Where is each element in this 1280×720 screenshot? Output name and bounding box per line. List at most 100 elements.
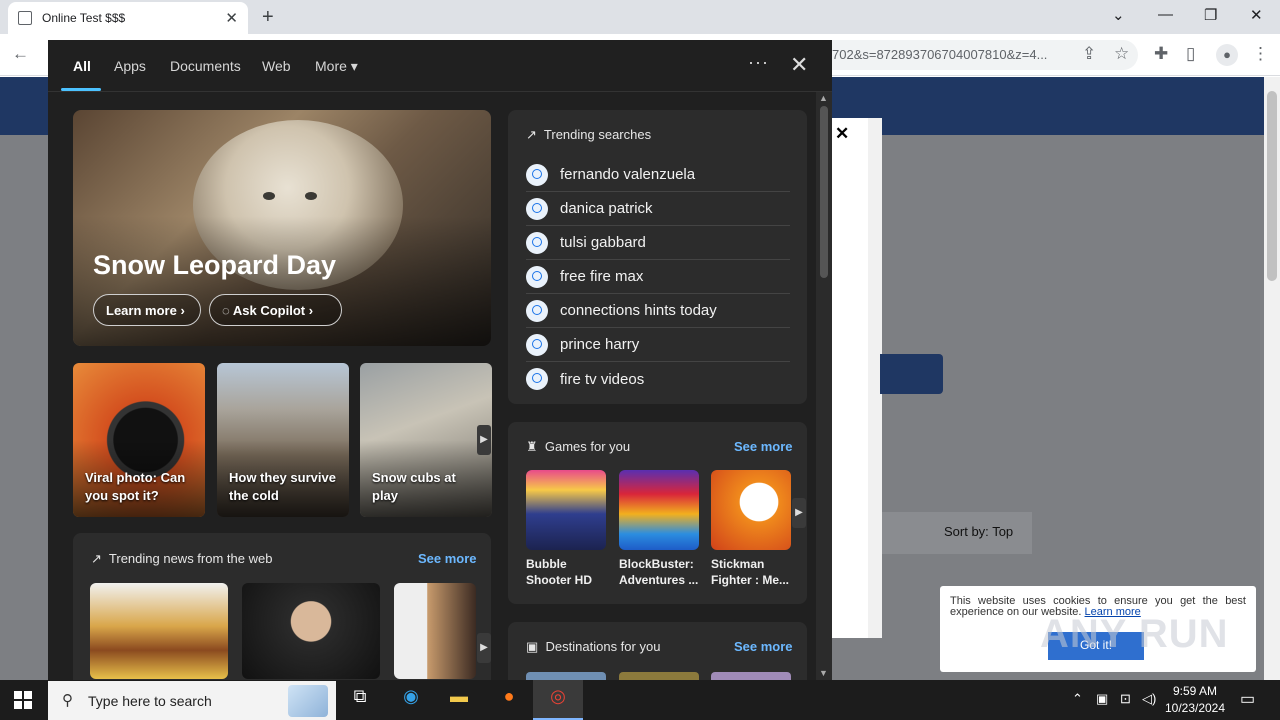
trending-search-item[interactable]: fernando valenzuela: [526, 158, 790, 192]
blockbuster-image: [619, 470, 699, 550]
edge-icon[interactable]: ◉: [396, 686, 426, 714]
trending-search-text: connections hints today: [560, 302, 717, 319]
news-image-burgers[interactable]: [90, 583, 228, 679]
scroll-up-icon[interactable]: ▲: [819, 93, 828, 103]
news-see-more-link[interactable]: See more: [418, 551, 477, 566]
search-icon: [526, 197, 548, 220]
tab-all[interactable]: All: [73, 58, 91, 74]
news-next-icon[interactable]: ▶: [477, 633, 491, 663]
ask-copilot-label: Ask Copilot: [232, 303, 306, 318]
trending-search-text: danica patrick: [560, 200, 653, 217]
panel-scrollbar-thumb[interactable]: [820, 106, 828, 278]
bubble-shooter-image: [526, 470, 606, 550]
games-see-more-link[interactable]: See more: [734, 439, 793, 454]
luggage-icon: ▣: [526, 639, 539, 654]
trending-arrow-icon: ↗: [91, 551, 102, 566]
chevron-right-icon: ›: [308, 303, 314, 318]
trending-search-text: fernando valenzuela: [560, 166, 696, 183]
restore-icon[interactable]: ❐: [1204, 6, 1217, 24]
news-title: ↗ Trending news from the web: [91, 551, 272, 567]
tray-app-icon[interactable]: ▣: [1096, 691, 1108, 707]
trending-search-item[interactable]: free fire max: [526, 260, 790, 294]
game-tile[interactable]: Bubble Shooter HD: [526, 470, 606, 588]
trending-search-item[interactable]: tulsi gabbard: [526, 226, 790, 260]
close-tab-icon[interactable]: ✕: [225, 9, 238, 27]
taskbar-search-input[interactable]: ⚲ Type here to search: [48, 681, 336, 720]
menu-icon[interactable]: ⋮: [1252, 44, 1269, 64]
trending-search-text: tulsi gabbard: [560, 234, 646, 251]
news-image-man[interactable]: [242, 583, 380, 679]
search-icon: [526, 163, 548, 186]
back-icon[interactable]: ←: [12, 44, 29, 64]
trending-search-text: prince harry: [560, 336, 640, 353]
search-icon: ⚲: [62, 692, 73, 709]
task-view-icon[interactable]: ⧉: [345, 686, 375, 714]
game-tile[interactable]: BlockBuster: Adventures ...: [619, 470, 699, 588]
sort-control[interactable]: Sort by: Top: [882, 512, 1032, 554]
bookmark-star-icon[interactable]: ☆: [1114, 44, 1129, 64]
notifications-icon[interactable]: ▭: [1240, 689, 1255, 709]
file-explorer-icon[interactable]: ▬: [444, 686, 474, 714]
search-icon: [526, 265, 548, 288]
game-tile[interactable]: Stickman Fighter : Me...: [711, 470, 791, 588]
trending-search-item[interactable]: danica patrick: [526, 192, 790, 226]
tab-search-icon[interactable]: ⌄: [1112, 6, 1125, 24]
volume-icon[interactable]: ◁): [1142, 691, 1156, 707]
game-title: BlockBuster: Adventures ...: [619, 557, 699, 587]
games-title: ♜ Games for you: [526, 439, 630, 455]
trending-searches-card: ↗ Trending searches fernando valenzuela d…: [508, 110, 807, 404]
carousel-next-icon[interactable]: ▶: [477, 425, 491, 455]
thumb-caption: How they survive the cold: [229, 470, 336, 503]
stickman-image: [711, 470, 791, 550]
profile-avatar-icon[interactable]: ●: [1216, 44, 1238, 66]
destination-thumb[interactable]: [526, 672, 606, 680]
trending-search-item[interactable]: prince harry: [526, 328, 790, 362]
network-icon[interactable]: ⊡: [1120, 691, 1131, 707]
search-icon: [526, 333, 548, 356]
thumb-caption: Snow cubs at play: [372, 470, 456, 503]
trending-search-text: free fire max: [560, 268, 644, 285]
more-options-icon[interactable]: ···: [748, 52, 769, 73]
news-image-woman[interactable]: [394, 583, 476, 679]
sort-value[interactable]: Top: [992, 524, 1013, 539]
search-icon: [526, 299, 548, 322]
taskbar-clock[interactable]: 9:59 AM 10/23/2024: [1160, 683, 1230, 717]
learn-more-button[interactable]: Learn more ›: [93, 294, 201, 326]
windows-start-icon[interactable]: [14, 691, 32, 709]
minimize-icon[interactable]: —: [1158, 6, 1173, 23]
thumb-card-camera[interactable]: Viral photo: Can you spot it?: [73, 363, 205, 517]
tray-chevron-icon[interactable]: ⌃: [1072, 691, 1083, 707]
page-dialog: ✕: [832, 118, 882, 638]
tab-documents[interactable]: Documents: [170, 58, 241, 74]
destinations-see-more-link[interactable]: See more: [734, 639, 793, 654]
side-panel-icon[interactable]: ▯: [1186, 44, 1195, 64]
search-icon: [526, 368, 548, 390]
page-scrollbar[interactable]: [1264, 77, 1280, 680]
close-panel-icon[interactable]: ✕: [790, 52, 808, 78]
trending-search-item[interactable]: connections hints today: [526, 294, 790, 328]
thumb-card-mountain[interactable]: How they survive the cold: [217, 363, 349, 517]
close-window-icon[interactable]: ✕: [1250, 6, 1263, 24]
games-next-icon[interactable]: ▶: [792, 498, 806, 528]
browser-tab[interactable]: Online Test $$$ ✕: [8, 2, 248, 34]
page-scrollbar-thumb[interactable]: [1267, 91, 1277, 281]
thumb-caption: Viral photo: Can you spot it?: [85, 470, 186, 503]
destination-thumb[interactable]: [711, 672, 791, 680]
extensions-icon[interactable]: ✚: [1154, 44, 1168, 64]
tab-more[interactable]: More ▾: [315, 58, 358, 75]
trending-search-item[interactable]: fire tv videos: [526, 362, 790, 396]
tab-apps[interactable]: Apps: [114, 58, 146, 74]
tab-web[interactable]: Web: [262, 58, 291, 74]
scroll-down-icon[interactable]: ▼: [819, 668, 828, 678]
ask-copilot-button[interactable]: ◌ Ask Copilot ›: [209, 294, 342, 326]
hero-card[interactable]: Snow Leopard Day Learn more › ◌ Ask Copi…: [73, 110, 491, 346]
share-icon[interactable]: ⇪: [1082, 44, 1096, 64]
destination-thumb[interactable]: [619, 672, 699, 680]
thumb-card-cubs[interactable]: Snow cubs at play: [360, 363, 492, 517]
new-tab-button[interactable]: +: [262, 6, 274, 29]
search-icon: [526, 231, 548, 254]
page-primary-button[interactable]: [880, 354, 943, 394]
panel-scrollbar[interactable]: ▲ ▼: [816, 92, 832, 680]
dialog-close-icon[interactable]: ✕: [835, 124, 849, 144]
firefox-icon[interactable]: ●: [494, 686, 524, 714]
